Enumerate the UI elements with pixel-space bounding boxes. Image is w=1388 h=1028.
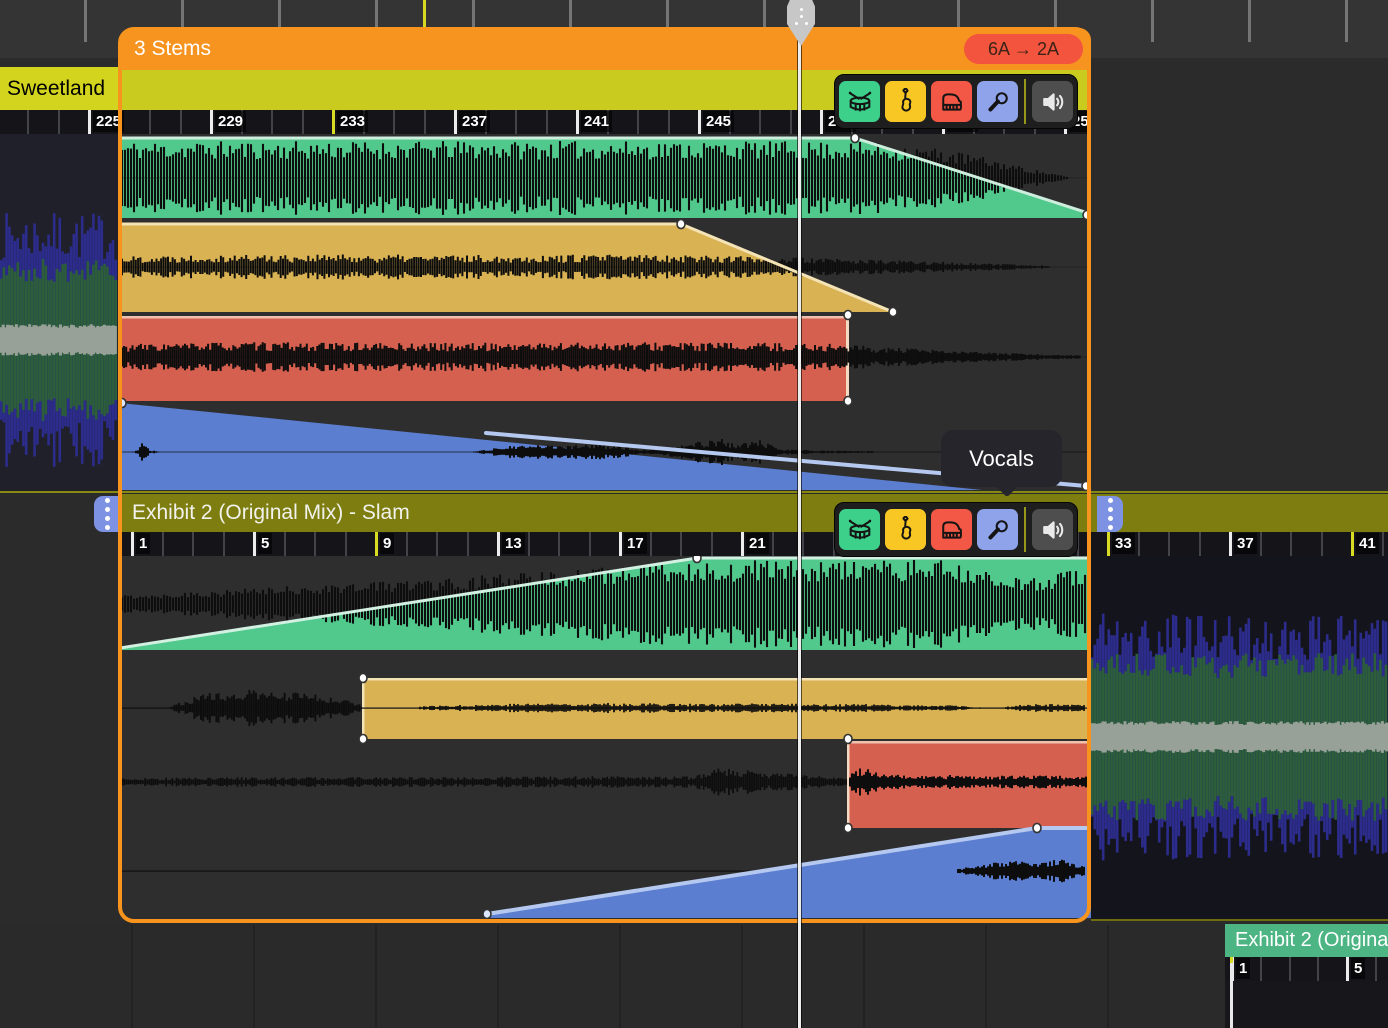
deck-a-stem-toolbar <box>834 74 1078 129</box>
toolbar-divider <box>1024 507 1026 552</box>
volume-icon <box>1039 516 1067 544</box>
ruler-tick <box>497 532 500 556</box>
deck-b-track-title: Exhibit 2 (Original Mix) - Slam <box>132 494 410 532</box>
vocals-tooltip-label: Vocals <box>969 446 1034 472</box>
ruler-label: 5 <box>258 533 272 554</box>
stem-mixer-app: Exhibit 2 (Original Mix) - Slam 15913172… <box>0 0 1388 1028</box>
ruler-label: 233 <box>337 111 368 132</box>
stem-instruments-button[interactable] <box>885 509 926 550</box>
ruler-tick <box>131 532 134 556</box>
bottom-clip-lane-area <box>1225 981 1388 1028</box>
deck-b-left-drag-handle[interactable] <box>94 496 120 532</box>
drums-icon <box>846 88 874 116</box>
ruler-tick <box>210 110 213 134</box>
ruler-label: 1 <box>1236 958 1250 979</box>
stem-drums-button[interactable] <box>839 81 880 122</box>
vocals-icon <box>984 516 1012 544</box>
ruler-tick <box>332 110 335 134</box>
deck-b-overview-waveform <box>1091 556 1388 920</box>
deck-a-clip-title: 3 Stems <box>134 28 211 70</box>
stem-volume-button[interactable] <box>1032 81 1073 122</box>
vocals-tooltip: Vocals <box>941 430 1062 487</box>
ruler-tick <box>1346 957 1349 981</box>
drums-icon <box>846 516 874 544</box>
key-transition-badge: 6A → 2A <box>964 34 1083 64</box>
timeline-lower-area <box>0 923 1388 1028</box>
ruler-label: 1 <box>136 533 150 554</box>
ruler-tick <box>454 110 457 134</box>
stem-drums-button[interactable] <box>839 509 880 550</box>
ruler-tick <box>253 532 256 556</box>
ruler-tick <box>88 110 91 134</box>
ruler-label: 245 <box>703 111 734 132</box>
ruler-label: 229 <box>215 111 246 132</box>
beat-tick <box>1151 0 1154 42</box>
beat-tick <box>84 0 87 42</box>
ruler-tick <box>619 532 622 556</box>
ruler-tick <box>375 532 378 556</box>
deck-b-track-header[interactable]: Exhibit 2 (Original Mix) - Slam <box>120 494 1388 532</box>
ruler-label: 37 <box>1234 533 1257 554</box>
instruments-icon <box>892 88 920 116</box>
ruler-label: 225 <box>93 111 124 132</box>
track-divider-line <box>0 491 1388 493</box>
ruler-label: 17 <box>624 533 647 554</box>
ruler-label: 241 <box>581 111 612 132</box>
volume-icon <box>1039 88 1067 116</box>
deck-a-overview-waveform <box>0 134 118 491</box>
deck-b-stem-lanes[interactable] <box>120 556 1091 920</box>
bottom-clip-header[interactable]: Exhibit 2 (Original Mix) - Slam <box>1225 924 1388 957</box>
ruler-label: 5 <box>1351 958 1365 979</box>
ruler-tick <box>1229 532 1232 556</box>
ruler-label: 9 <box>380 533 394 554</box>
ruler-label: 237 <box>459 111 490 132</box>
keys-icon <box>938 88 966 116</box>
ruler-label: 13 <box>502 533 525 554</box>
ruler-label: 21 <box>746 533 769 554</box>
deck-a-clip-header[interactable]: 3 Stems 6A → 2A <box>120 28 1091 70</box>
ruler-tick <box>698 110 701 134</box>
deck-b-bottom-edge <box>1091 919 1388 921</box>
ruler-label: 33 <box>1112 533 1135 554</box>
bottom-clip-start-marker <box>1230 958 1233 1028</box>
ruler-tick <box>820 110 823 134</box>
keys-icon <box>938 516 966 544</box>
stem-vocals-button[interactable] <box>977 509 1018 550</box>
toolbar-divider <box>1024 79 1026 124</box>
ruler-tick <box>741 532 744 556</box>
ruler-label: 41 <box>1356 533 1379 554</box>
stem-keys-button[interactable] <box>931 509 972 550</box>
ruler-tick <box>1107 532 1110 556</box>
deck-b-stem-toolbar <box>834 502 1078 557</box>
stem-volume-button[interactable] <box>1032 509 1073 550</box>
deck-a-track-label: Sweetland <box>0 67 120 110</box>
instruments-icon <box>892 516 920 544</box>
bottom-clip-start-tick <box>1230 957 1233 963</box>
stem-vocals-button[interactable] <box>977 81 1018 122</box>
stem-keys-button[interactable] <box>931 81 972 122</box>
ruler-tick <box>1351 532 1354 556</box>
bottom-clip-ruler[interactable]: 15 <box>1225 957 1388 981</box>
beat-tick <box>1345 0 1348 42</box>
beat-tick <box>1248 0 1251 42</box>
ruler-tick <box>576 110 579 134</box>
deck-b-right-drag-handle[interactable] <box>1097 496 1123 532</box>
playhead-line <box>798 26 801 1028</box>
deck-b-ruler[interactable]: 1591317212529333741 <box>120 532 1388 556</box>
stem-instruments-button[interactable] <box>885 81 926 122</box>
vocals-icon <box>984 88 1012 116</box>
